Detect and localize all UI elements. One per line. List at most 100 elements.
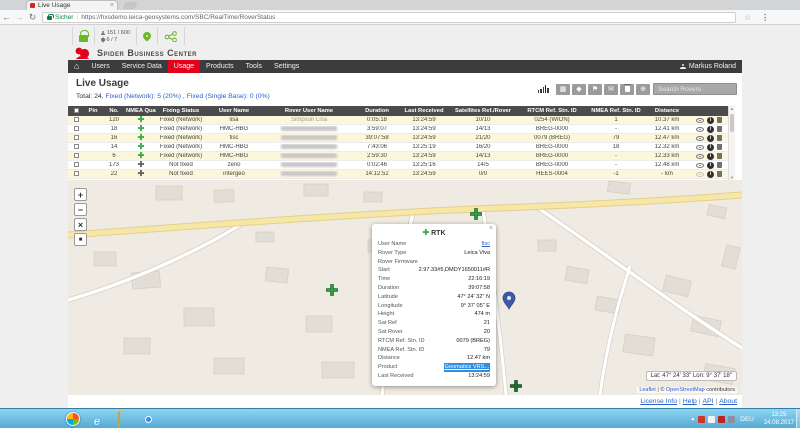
delete-button[interactable] — [620, 84, 634, 95]
table-scrollbar[interactable]: ▲ ▼ — [728, 106, 735, 180]
column-header[interactable]: Satellites Ref./Rover — [450, 108, 516, 114]
center-map-button[interactable]: × — [74, 218, 87, 231]
row-checkbox[interactable] — [74, 153, 79, 158]
rover-info-icon[interactable]: i — [707, 117, 714, 124]
view-rover-icon[interactable] — [696, 154, 704, 159]
column-header[interactable]: No. — [102, 108, 126, 114]
osm-link[interactable]: OpenStreetMap — [666, 387, 705, 393]
delete-rover-icon[interactable] — [717, 126, 722, 132]
nav-item-products[interactable]: Products — [200, 60, 240, 73]
nav-item-service-data[interactable]: Service Data — [116, 60, 168, 73]
forward-icon[interactable]: → — [13, 12, 26, 22]
explorer-taskbar-button[interactable] — [110, 412, 128, 426]
marker-view-button[interactable]: ◆ — [572, 84, 586, 95]
delete-rover-icon[interactable] — [717, 153, 722, 159]
browser-tab[interactable]: Live Usage × — [26, 0, 118, 10]
language-indicator[interactable]: DEU — [738, 416, 756, 423]
column-header[interactable]: Duration — [356, 108, 398, 114]
tray-app-icon-crimson[interactable] — [718, 416, 725, 423]
summary-fixed-network-link[interactable]: Fixed (Network): 5 (20%) — [105, 93, 181, 100]
zoom-out-button[interactable]: − — [74, 203, 87, 216]
tab-close-icon[interactable]: × — [110, 3, 114, 9]
column-header[interactable]: Rover User Name — [262, 108, 356, 114]
ie-taskbar-button[interactable]: e — [88, 412, 106, 426]
nav-item-users[interactable]: Users — [85, 60, 115, 73]
view-rover-icon[interactable] — [696, 127, 704, 132]
rover-info-icon[interactable]: i — [707, 171, 714, 178]
reference-station-pin[interactable] — [503, 292, 515, 309]
new-tab-button[interactable] — [122, 2, 137, 9]
rover-marker-green-3[interactable] — [511, 381, 522, 392]
rover-info-icon[interactable]: i — [707, 162, 714, 169]
nav-item-usage[interactable]: Usage — [168, 60, 200, 73]
view-rover-icon[interactable] — [696, 118, 704, 123]
search-input[interactable] — [653, 83, 737, 95]
back-icon[interactable]: ← — [0, 12, 13, 22]
column-header[interactable]: Last Received — [398, 108, 450, 114]
table-row[interactable]: 16 ✚ Fixed (Network) fisc 39:07:58 13:24… — [68, 134, 728, 143]
delete-rover-icon[interactable] — [717, 162, 722, 168]
summary-fixed-single-link[interactable]: Fixed (Single Base): 0 (0%) — [187, 93, 270, 100]
footer-link-api[interactable]: API — [703, 398, 714, 405]
nav-item-tools[interactable]: Tools — [240, 60, 268, 73]
refresh-icon[interactable]: ↻ — [26, 12, 39, 23]
table-row[interactable]: 173 ✚ Not fixed zeno 0:02:46 13:25:16 14… — [68, 161, 728, 170]
table-row[interactable]: 22 ✚ Not fixed intergeo 14:12:52 13:24:5… — [68, 170, 728, 179]
row-checkbox[interactable] — [74, 162, 79, 167]
start-button[interactable] — [66, 412, 80, 426]
row-checkbox[interactable] — [74, 126, 79, 131]
browser-menu-icon[interactable]: ⋮ — [761, 13, 769, 22]
delete-rover-icon[interactable] — [717, 144, 722, 150]
home-icon[interactable]: ⌂ — [68, 60, 85, 73]
footer-link-license-info[interactable]: License Info — [640, 398, 677, 405]
tray-expand-icon[interactable]: ▲ — [690, 416, 695, 422]
column-header[interactable]: User Name — [206, 108, 262, 114]
footer-link-help[interactable]: Help — [683, 398, 697, 405]
select-all-checkbox[interactable] — [74, 108, 79, 113]
column-header[interactable]: Fixing Status — [156, 108, 206, 114]
row-checkbox[interactable] — [74, 171, 79, 176]
column-header[interactable]: Distance — [644, 108, 690, 114]
popup-value-link[interactable]: Geomatics VRS... — [444, 363, 490, 372]
zoom-in-button[interactable]: + — [74, 188, 87, 201]
show-desktop-button[interactable] — [796, 409, 800, 428]
scrollbar-thumb[interactable] — [730, 114, 734, 132]
column-header[interactable]: NMEA Quality — [126, 108, 156, 114]
nav-item-settings[interactable]: Settings — [268, 60, 305, 73]
popup-value-link[interactable]: fisc — [482, 240, 490, 249]
row-checkbox[interactable] — [74, 135, 79, 140]
rover-info-icon[interactable]: i — [707, 144, 714, 151]
rover-info-icon[interactable]: i — [707, 126, 714, 133]
scroll-up-icon[interactable]: ▲ — [729, 106, 735, 111]
globe-button[interactable]: ⊕ — [636, 84, 650, 95]
chrome-taskbar-button[interactable] — [132, 412, 150, 426]
rover-marker-green-1[interactable] — [327, 285, 338, 296]
view-rover-icon[interactable] — [696, 163, 704, 168]
table-row[interactable]: 6 ✚ Fixed (Network) HMC-HBG 2:59:30 13:2… — [68, 152, 728, 161]
footer-link-about[interactable]: About — [719, 398, 737, 405]
table-row[interactable]: 18 ✚ Fixed (Network) HMC-HBG 3:59:07 13:… — [68, 125, 728, 134]
pin-rovers-button[interactable]: ⚑ — [588, 84, 602, 95]
taskbar-clock[interactable]: 13:25 24.08.2017 — [764, 411, 794, 427]
view-rover-icon[interactable] — [696, 145, 704, 150]
view-rover-icon[interactable] — [696, 172, 704, 177]
column-header[interactable]: RTCM Ref. Stn. ID — [516, 108, 588, 114]
view-rover-icon[interactable] — [696, 136, 704, 141]
network-status[interactable] — [158, 27, 185, 45]
leaflet-link[interactable]: Leaflet — [639, 387, 656, 393]
tray-volume-icon[interactable] — [728, 416, 735, 423]
column-header[interactable]: Pin — [84, 108, 102, 114]
delete-rover-icon[interactable] — [717, 117, 722, 123]
map[interactable]: +−×■ × ✚ RTK User NamefiscRover TypeLeic… — [68, 180, 742, 395]
omnibox[interactable]: Sicher | https://hxsdemo.leica-geosystem… — [42, 12, 736, 23]
account-menu[interactable]: Markus Roland — [674, 60, 742, 73]
row-checkbox[interactable] — [74, 117, 79, 122]
popup-close-icon[interactable]: × — [489, 225, 493, 232]
table-row[interactable]: 120 ✚ Fixed (Network) lisa Simpson Lisa … — [68, 116, 728, 125]
table-row[interactable]: 14 ✚ Fixed (Network) HMC-HBG 7:43:06 13:… — [68, 143, 728, 152]
tray-app-icon-white[interactable] — [708, 416, 715, 423]
delete-rover-icon[interactable] — [717, 135, 722, 141]
positioning-status[interactable] — [137, 27, 158, 45]
delete-rover-icon[interactable] — [717, 171, 722, 177]
rover-info-icon[interactable]: i — [707, 153, 714, 160]
